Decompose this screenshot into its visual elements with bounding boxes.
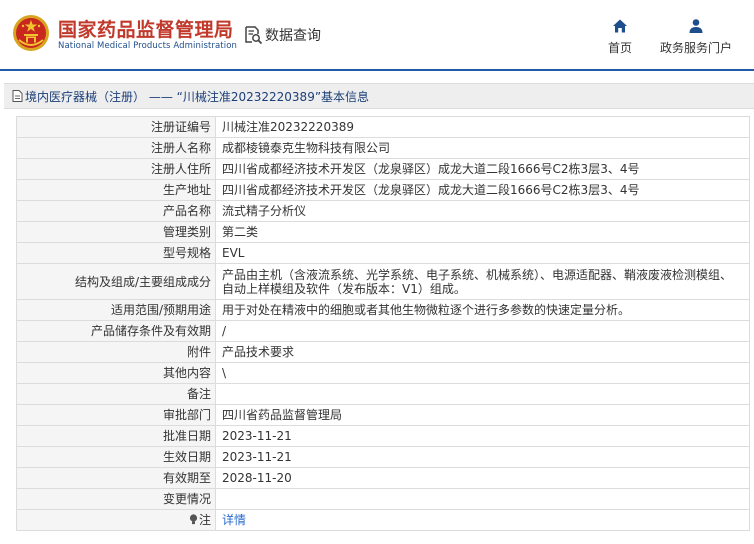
agency-name-cn: 国家药品监督管理局 — [58, 19, 234, 41]
note-label: 注 — [198, 513, 211, 527]
record-title: 境内医疗器械（注册） —— “川械注准20232220389”基本信息 — [25, 89, 370, 104]
field-value — [215, 383, 750, 405]
field-value: 川械注准20232220389 — [215, 116, 750, 138]
field-value: 流式精子分析仪 — [215, 200, 750, 222]
field-label: 审批部门 — [16, 404, 216, 426]
table-row: 审批部门 四川省药品监督管理局 — [16, 404, 750, 426]
field-value: EVL — [215, 242, 750, 264]
table-row: 结构及组成/主要组成成分 产品由主机（含液流系统、光学系统、电子系统、机械系统）… — [16, 263, 750, 300]
registration-detail-table: 注册证编号 川械注准20232220389 注册人名称 成都棱镜泰克生物科技有限… — [16, 116, 750, 531]
table-row: 其他内容 \ — [16, 362, 750, 384]
document-icon — [12, 90, 23, 102]
field-label: 附件 — [16, 341, 216, 363]
field-value: 产品由主机（含液流系统、光学系统、电子系统、机械系统）、电源适配器、鞘液废液检测… — [215, 263, 750, 300]
field-label: 产品储存条件及有效期 — [16, 320, 216, 342]
table-row: 注册人名称 成都棱镜泰克生物科技有限公司 — [16, 137, 750, 159]
field-label: 有效期至 — [16, 467, 216, 489]
field-value: 用于对处在精液中的细胞或者其他生物微粒逐个进行多参数的快速定量分析。 — [215, 299, 750, 321]
table-row: 注 详情 — [16, 509, 750, 531]
table-row: 生效日期 2023-11-21 — [16, 446, 750, 468]
field-label: 批准日期 — [16, 425, 216, 447]
table-row: 备注 — [16, 383, 750, 405]
field-label: 其他内容 — [16, 362, 216, 384]
table-row: 有效期至 2028-11-20 — [16, 467, 750, 489]
field-value: 产品技术要求 — [215, 341, 750, 363]
nav-service-portal-label: 政务服务门户 — [659, 41, 732, 55]
field-label: 生产地址 — [16, 179, 216, 201]
field-label: 变更情况 — [16, 488, 216, 510]
field-label: 产品名称 — [16, 200, 216, 222]
table-row: 产品储存条件及有效期 / — [16, 320, 750, 342]
field-value: 2028-11-20 — [215, 467, 750, 489]
table-row: 适用范围/预期用途 用于对处在精液中的细胞或者其他生物微粒逐个进行多参数的快速定… — [16, 299, 750, 321]
nav-home[interactable]: 首页 — [606, 18, 634, 56]
field-value: 2023-11-21 — [215, 446, 750, 468]
table-row: 生产地址 四川省成都经济技术开发区（龙泉驿区）成龙大道二段1666号C2栋3层3… — [16, 179, 750, 201]
table-row: 附件 产品技术要求 — [16, 341, 750, 363]
document-search-icon — [245, 26, 263, 45]
national-emblem-icon — [13, 15, 49, 51]
table-row: 批准日期 2023-11-21 — [16, 425, 750, 447]
note-label-cell: 注 — [16, 509, 216, 531]
home-icon — [613, 19, 627, 33]
nav-service-portal[interactable]: 政务服务门户 — [656, 18, 736, 56]
field-value: 四川省成都经济技术开发区（龙泉驿区）成龙大道二段1666号C2栋3层3、4号 — [215, 158, 750, 180]
record-title-bar: 境内医疗器械（注册） —— “川械注准20232220389”基本信息 — [4, 83, 754, 109]
agency-name-en: National Medical Products Administration — [58, 41, 237, 51]
field-value: / — [215, 320, 750, 342]
nav-home-label: 首页 — [607, 41, 632, 55]
table-row: 管理类别 第二类 — [16, 221, 750, 243]
field-value: 四川省成都经济技术开发区（龙泉驿区）成龙大道二段1666号C2栋3层3、4号 — [215, 179, 750, 201]
table-row: 注册人住所 四川省成都经济技术开发区（龙泉驿区）成龙大道二段1666号C2栋3层… — [16, 158, 750, 180]
field-value: 2023-11-21 — [215, 425, 750, 447]
field-value: 第二类 — [215, 221, 750, 243]
field-label: 型号规格 — [16, 242, 216, 264]
table-row: 注册证编号 川械注准20232220389 — [16, 116, 750, 138]
field-value: 成都棱镜泰克生物科技有限公司 — [215, 137, 750, 159]
table-row: 变更情况 — [16, 488, 750, 510]
field-label: 备注 — [16, 383, 216, 405]
site-header: 国家药品监督管理局 National Medical Products Admi… — [0, 0, 754, 71]
field-label: 注册人名称 — [16, 137, 216, 159]
field-label: 结构及组成/主要组成成分 — [16, 263, 216, 300]
data-query-label: 数据查询 — [265, 28, 321, 44]
field-value: 四川省药品监督管理局 — [215, 404, 750, 426]
table-row: 产品名称 流式精子分析仪 — [16, 200, 750, 222]
details-link[interactable]: 详情 — [222, 513, 246, 527]
field-label: 管理类别 — [16, 221, 216, 243]
table-row: 型号规格 EVL — [16, 242, 750, 264]
field-label: 注册证编号 — [16, 116, 216, 138]
field-value: \ — [215, 362, 750, 384]
field-value — [215, 488, 750, 510]
field-label: 生效日期 — [16, 446, 216, 468]
data-query-link[interactable]: 数据查询 — [243, 25, 321, 45]
lightbulb-icon — [189, 514, 198, 525]
field-label: 适用范围/预期用途 — [16, 299, 216, 321]
user-icon — [689, 19, 703, 33]
field-label: 注册人住所 — [16, 158, 216, 180]
